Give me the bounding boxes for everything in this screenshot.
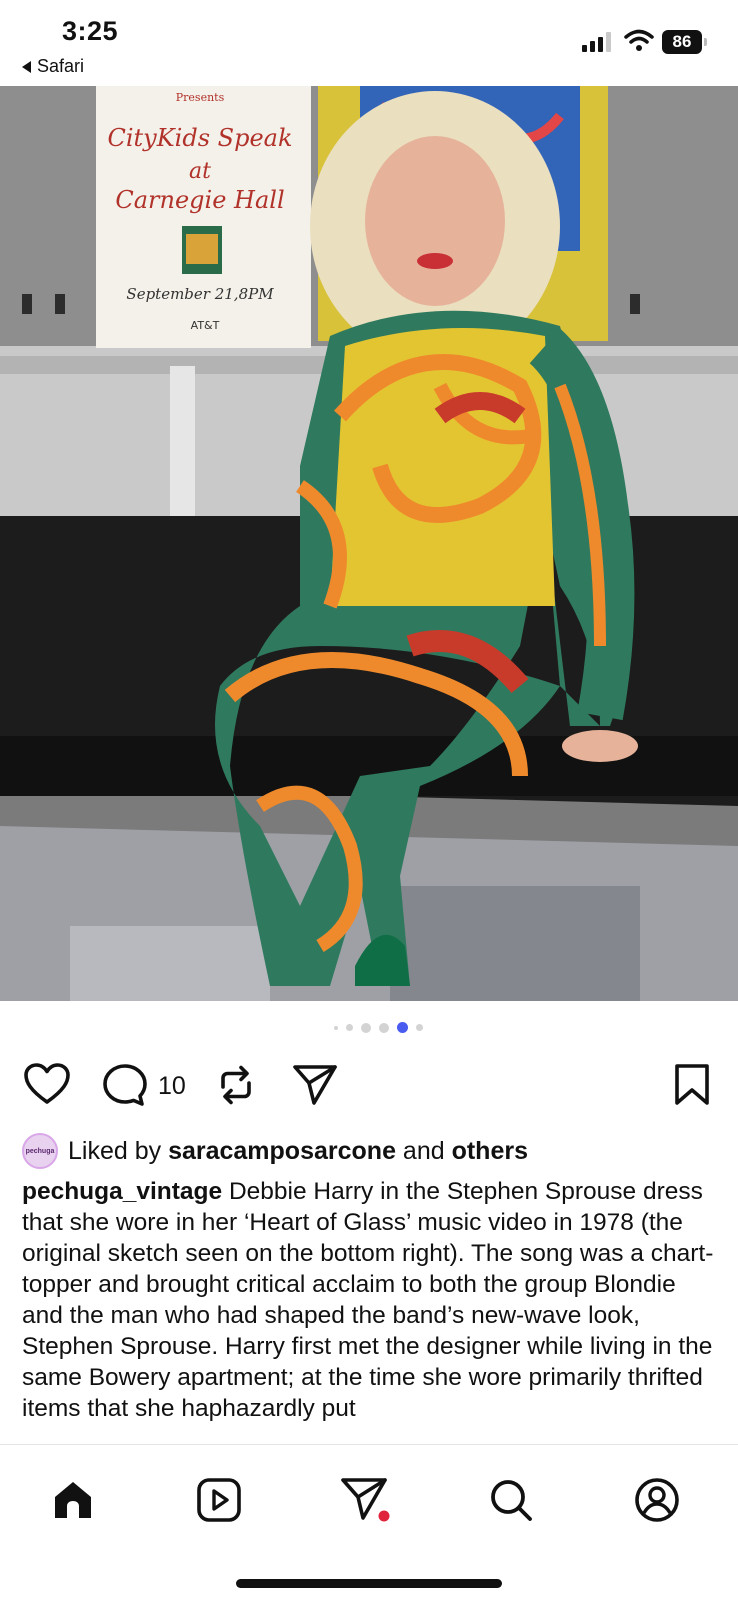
- poster-line2: at: [189, 159, 211, 184]
- liked-by-username[interactable]: saracamposarcone: [168, 1137, 396, 1165]
- carousel-dot: [378, 1022, 389, 1033]
- battery-indicator: 86: [662, 30, 707, 54]
- poster-sponsor: AT&T: [191, 319, 220, 332]
- comment-bubble-icon[interactable]: [102, 1063, 148, 1107]
- nav-reels[interactable]: [194, 1475, 244, 1525]
- post-action-bar: 10: [0, 1055, 738, 1113]
- bottom-navigation: [0, 1444, 738, 1600]
- poster-date: September 21,8PM: [126, 285, 274, 303]
- carousel-dot-active: [396, 1022, 408, 1033]
- nav-direct[interactable]: [340, 1475, 390, 1525]
- carousel-dot: [360, 1022, 371, 1033]
- direct-message-icon: [341, 1478, 390, 1522]
- notification-dot: [378, 1510, 390, 1522]
- liked-by-others[interactable]: others: [452, 1137, 528, 1165]
- home-icon: [55, 1482, 91, 1518]
- liked-by-text: Liked by saracamposarcone and others: [68, 1137, 528, 1166]
- nav-search[interactable]: [486, 1475, 536, 1525]
- comment-count: 10: [158, 1072, 186, 1100]
- post-image[interactable]: Presents CityKids Speak at Carnegie Hall…: [0, 86, 738, 1001]
- liked-by-middle: and: [395, 1136, 452, 1165]
- caption-username[interactable]: pechuga_vintage: [22, 1178, 222, 1205]
- home-indicator[interactable]: [236, 1579, 502, 1588]
- poster: Presents CityKids Speak at Carnegie Hall…: [107, 91, 292, 332]
- cellular-signal-icon: [582, 30, 611, 52]
- reels-icon: [197, 1478, 241, 1522]
- bookmark-icon[interactable]: [674, 1063, 710, 1107]
- liker-avatar[interactable]: pechuga: [22, 1133, 58, 1169]
- liked-by-prefix: Liked by: [68, 1136, 169, 1165]
- repost-icon[interactable]: [214, 1063, 258, 1107]
- carousel-dot: [415, 1024, 423, 1031]
- poster-line1: CityKids Speak: [107, 124, 292, 152]
- carousel-dot: [345, 1024, 353, 1031]
- status-time: 3:25: [62, 16, 119, 46]
- nav-home[interactable]: [48, 1475, 98, 1525]
- liked-by-row[interactable]: pechuga Liked by saracamposarcone and ot…: [22, 1133, 528, 1169]
- profile-icon: [635, 1478, 679, 1522]
- back-arrow-icon: [22, 60, 31, 73]
- share-send-icon[interactable]: [292, 1063, 338, 1107]
- search-icon: [491, 1480, 532, 1521]
- like-heart-icon[interactable]: [24, 1063, 70, 1105]
- nav-profile[interactable]: [632, 1475, 682, 1525]
- post-caption: pechuga_vintage Debbie Harry in the Step…: [22, 1176, 722, 1440]
- wifi-icon: [624, 29, 654, 51]
- poster-presents: Presents: [176, 91, 225, 104]
- carousel-indicator: [0, 1022, 738, 1033]
- status-bar: 3:25 Safari 86: [0, 0, 738, 86]
- back-to-safari-button[interactable]: Safari: [22, 56, 84, 77]
- poster-line3: Carnegie Hall: [115, 186, 284, 214]
- carousel-dot: [333, 1025, 338, 1030]
- back-app-label: Safari: [37, 56, 85, 76]
- caption-text: Debbie Harry in the Stephen Sprouse dres…: [22, 1178, 714, 1422]
